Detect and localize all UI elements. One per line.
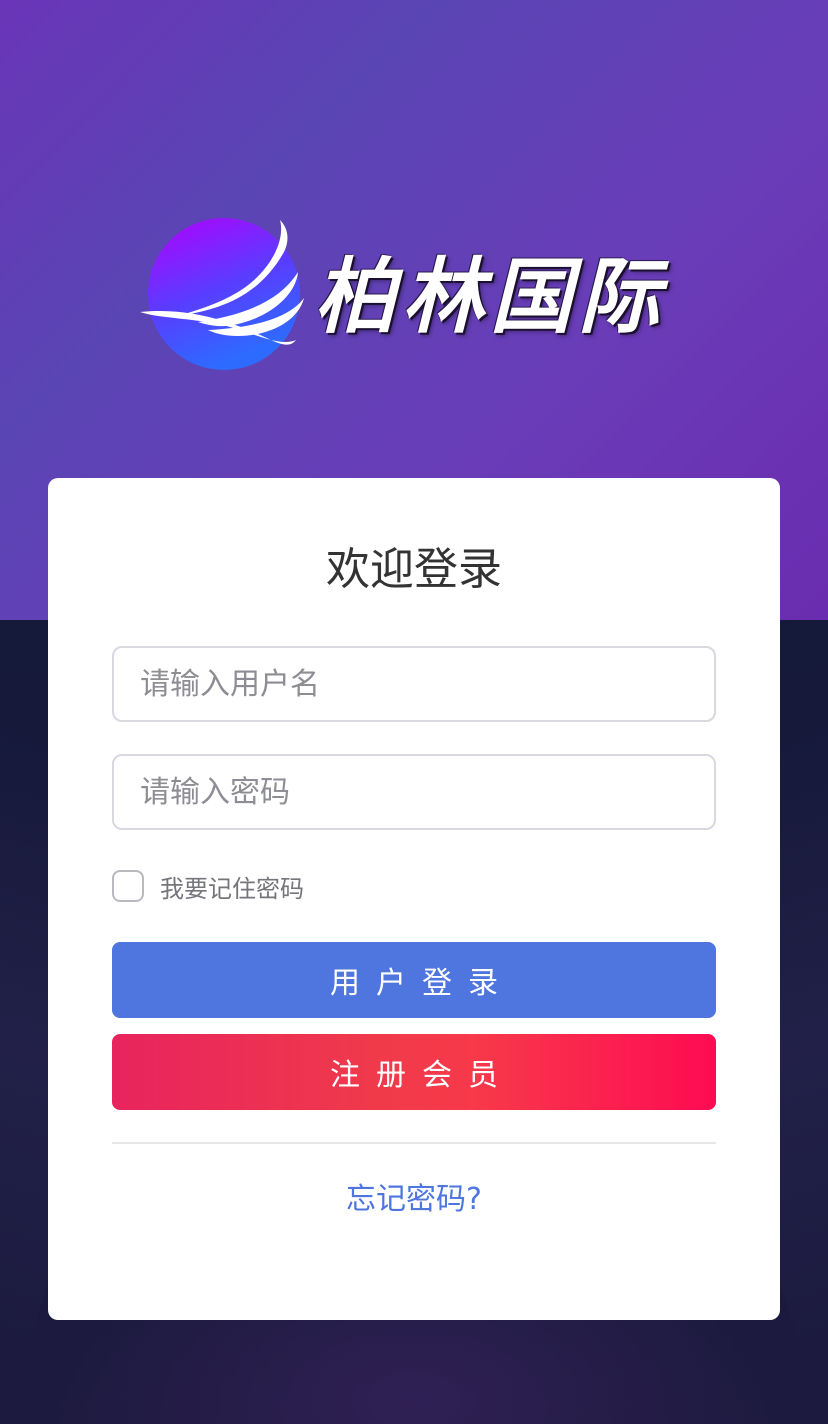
logo-wordmark: 柏林国际: [314, 249, 666, 345]
forgot-password-link[interactable]: 忘记密码?: [0, 1178, 828, 1222]
remember-password-row[interactable]: 我要记住密码: [112, 866, 304, 906]
remember-password-checkbox[interactable]: [112, 870, 144, 902]
divider: [112, 1142, 716, 1144]
logo-sphere-icon: [140, 218, 304, 370]
register-button[interactable]: 注册会员: [112, 1034, 716, 1110]
login-button[interactable]: 用户登录: [112, 942, 716, 1018]
password-input[interactable]: [112, 754, 716, 830]
remember-password-label: 我要记住密码: [160, 874, 304, 903]
brand-logo: 柏林国际: [138, 212, 678, 377]
username-input[interactable]: [112, 646, 716, 722]
login-title: 欢迎登录: [326, 544, 502, 595]
